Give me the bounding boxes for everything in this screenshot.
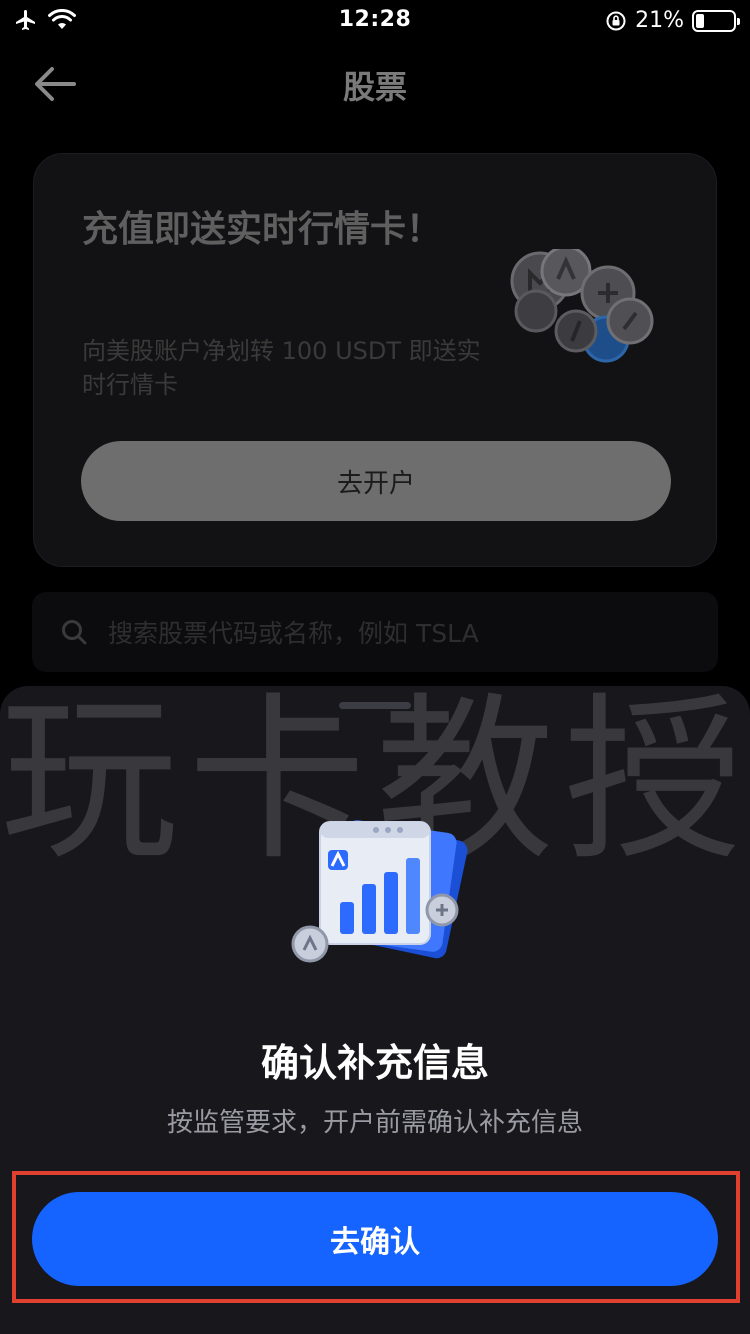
status-bar: 12:28 21%	[0, 0, 750, 40]
battery-percentage: 21%	[635, 8, 684, 33]
promo-description: 向美股账户净划转 100 USDT 即送实时行情卡	[82, 337, 481, 399]
rotation-lock-icon	[606, 11, 626, 30]
sheet-drag-handle[interactable]	[339, 702, 411, 709]
battery-icon	[692, 9, 740, 32]
confirm-button[interactable]: 去确认	[32, 1192, 718, 1286]
battery-fill	[696, 13, 704, 28]
promo-title: 充值即送实时行情卡！	[82, 209, 443, 250]
promo-card: 充值即送实时行情卡！ 向美股账户净划转 100 USDT 即送实时行情卡 去开户	[33, 153, 717, 567]
search-icon	[62, 620, 87, 645]
search-input-placeholder: 搜索股票代码或名称，例如 TSLA	[108, 619, 479, 648]
sheet-title: 确认补充信息	[260, 1041, 489, 1085]
stock-chart-illustration	[291, 820, 468, 963]
search-bar[interactable]: 搜索股票代码或名称，例如 TSLA	[32, 592, 718, 672]
status-right-icons: 21%	[605, 8, 740, 33]
sheet-subtitle: 按监管要求，开户前需确认补充信息	[166, 1108, 583, 1138]
open-account-button[interactable]: 去开户	[81, 441, 671, 521]
coins-illustration	[510, 249, 654, 363]
page-title: 股票	[342, 68, 407, 106]
